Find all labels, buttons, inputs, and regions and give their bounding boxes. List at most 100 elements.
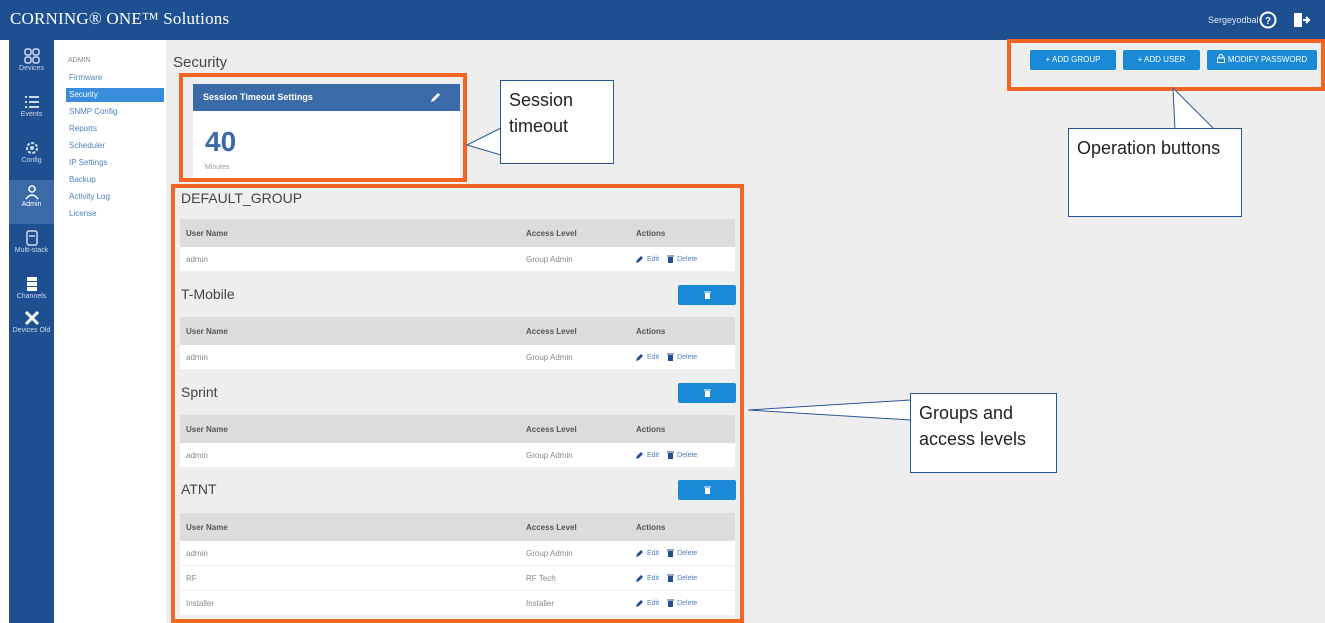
table-header: User Name Access Level Actions (180, 513, 735, 541)
nav-item-config[interactable]: Config (9, 136, 54, 180)
operations-callout: Operation buttons (1068, 128, 1242, 217)
submenu-item-security[interactable]: Security (66, 88, 164, 102)
edit-button[interactable]: Edit (636, 255, 659, 263)
svg-text:?: ? (1265, 16, 1271, 27)
group-title: Sprint (181, 384, 218, 400)
help-icon[interactable]: ? (1258, 10, 1278, 30)
nav-label: Devices (19, 65, 44, 72)
delete-button[interactable]: Delete (667, 451, 697, 459)
access-level-cell: Installer (526, 598, 555, 608)
nav-item-devices-old[interactable]: Devices Old (9, 306, 54, 350)
nav-label: Channels (16, 293, 47, 300)
group-title: ATNT (181, 481, 217, 497)
add-user-button[interactable]: + ADD USER (1123, 50, 1200, 70)
pencil-icon (636, 452, 643, 459)
edit-label: Edit (647, 255, 660, 263)
submenu-item-license[interactable]: License (66, 207, 164, 221)
group-title: DEFAULT_GROUP (181, 190, 303, 206)
trash-icon (667, 549, 675, 557)
delete-button[interactable]: Delete (667, 255, 697, 263)
user-name-cell: admin (186, 548, 208, 558)
trash-icon (667, 255, 675, 263)
col-actions: Actions (636, 228, 666, 238)
nav-item-multi-stack[interactable]: Multi-stack (9, 226, 54, 270)
nav-item-admin[interactable]: Admin (9, 180, 54, 224)
modify-password-button[interactable]: MODIFY PASSWORD (1207, 50, 1317, 70)
edit-button[interactable]: Edit (636, 549, 659, 557)
col-actions: Actions (636, 424, 666, 434)
nav-label: Admin (21, 201, 42, 208)
nav-item-events[interactable]: Events (9, 90, 54, 134)
delete-group-button[interactable] (678, 285, 736, 305)
user-name-cell: admin (186, 450, 208, 460)
table-row: RF RF Tech Edit Delete (180, 566, 735, 591)
delete-button[interactable]: Delete (667, 599, 697, 607)
session-timeout-title: Session Timeout Settings (203, 92, 313, 102)
session-timeout-card: Session Timeout Settings 40 Minutes (193, 84, 460, 179)
pencil-icon (636, 256, 643, 263)
list-icon (24, 96, 39, 108)
groups-callout: Groups and access levels (910, 393, 1057, 473)
logout-icon[interactable] (1291, 10, 1311, 30)
edit-session-icon[interactable] (430, 92, 441, 103)
col-user-name: User Name (186, 424, 228, 434)
edit-label: Edit (647, 353, 660, 361)
pencil-icon (636, 600, 643, 607)
edit-label: Edit (647, 549, 660, 557)
nav-item-devices[interactable]: Devices (9, 44, 54, 88)
stack-icon (25, 230, 38, 246)
trash-icon (703, 486, 711, 494)
edit-button[interactable]: Edit (636, 599, 659, 607)
username-label[interactable]: Sergeyodbal (1208, 15, 1259, 25)
delete-group-button[interactable] (678, 383, 736, 403)
access-level-cell: Group Admin (526, 352, 573, 362)
table-row: admin Group Admin Edit Delete (180, 247, 735, 272)
table-row: admin Group Admin Edit Delete (180, 345, 735, 370)
group-table: User Name Access Level Actions admin Gro… (180, 513, 735, 616)
actions-cell: Edit Delete (636, 541, 705, 565)
submenu-item-firmware[interactable]: Firmware (66, 71, 164, 85)
submenu-item-backup[interactable]: Backup (66, 173, 164, 187)
access-level-cell: Group Admin (526, 450, 573, 460)
trash-icon (667, 451, 675, 459)
edit-button[interactable]: Edit (636, 574, 659, 582)
submenu-item-snmp-config[interactable]: SNMP Config (66, 105, 164, 119)
delete-label: Delete (677, 255, 698, 263)
delete-label: Delete (677, 599, 698, 607)
submenu-item-ip-settings[interactable]: IP Settings (66, 156, 164, 170)
add-group-button[interactable]: + ADD GROUP (1030, 50, 1116, 70)
user-name-cell: admin (186, 352, 208, 362)
table-header: User Name Access Level Actions (180, 219, 735, 247)
col-access-level: Access Level (526, 228, 577, 238)
table-header: User Name Access Level Actions (180, 317, 735, 345)
user-name-cell: RF (186, 573, 197, 583)
submenu-item-scheduler[interactable]: Scheduler (66, 139, 164, 153)
delete-button[interactable]: Delete (667, 549, 697, 557)
col-actions: Actions (636, 522, 666, 532)
pencil-icon (636, 575, 643, 582)
delete-label: Delete (677, 549, 698, 557)
edit-button[interactable]: Edit (636, 451, 659, 459)
user-icon (24, 185, 39, 200)
edit-button[interactable]: Edit (636, 353, 659, 361)
nav-rail: Devices Events Config Admin Multi-stack … (9, 40, 54, 623)
table-row: admin Group Admin Edit Delete (180, 541, 735, 566)
col-user-name: User Name (186, 326, 228, 336)
tools-icon (24, 310, 39, 326)
actions-cell: Edit Delete (636, 247, 705, 271)
delete-button[interactable]: Delete (667, 574, 697, 582)
delete-button[interactable]: Delete (667, 353, 697, 361)
pencil-icon (636, 550, 643, 557)
submenu-item-reports[interactable]: Reports (66, 122, 164, 136)
session-timeout-header: Session Timeout Settings (193, 84, 460, 111)
nav-label: Multi-stack (14, 247, 49, 254)
submenu-item-activity-log[interactable]: Activity Log (66, 190, 164, 204)
trash-icon (667, 599, 675, 607)
delete-group-button[interactable] (678, 480, 736, 500)
group-table: User Name Access Level Actions admin Gro… (180, 219, 735, 272)
access-level-cell: Group Admin (526, 548, 573, 558)
col-actions: Actions (636, 326, 666, 336)
actions-cell: Edit Delete (636, 443, 705, 467)
gear-icon (25, 142, 38, 154)
session-callout: Session timeout (500, 80, 614, 164)
